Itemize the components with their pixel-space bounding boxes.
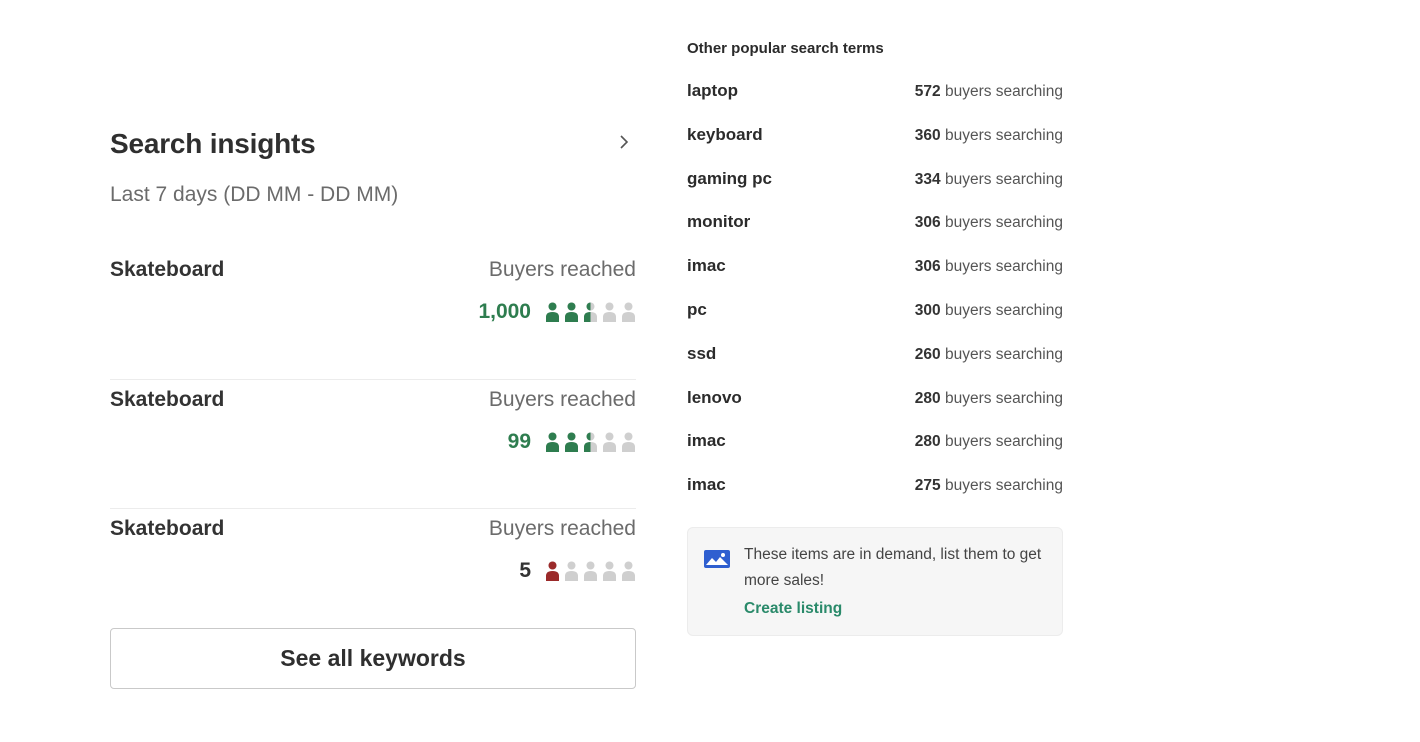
person-icon bbox=[603, 302, 616, 322]
term-count-value: 306 bbox=[914, 214, 941, 232]
term-count-value: 306 bbox=[914, 258, 941, 276]
term-name: pc bbox=[687, 299, 707, 319]
list-item: monitor 306 buyers searching bbox=[687, 212, 1063, 256]
buyers-meter bbox=[545, 302, 636, 322]
buyers-meter bbox=[545, 432, 636, 452]
keyword-stats: 5 bbox=[519, 559, 636, 583]
term-count: 306 buyers searching bbox=[915, 214, 1063, 232]
demand-message: These items are in demand, list them to … bbox=[744, 546, 1042, 589]
keyword-stats: 99 bbox=[508, 430, 636, 454]
buyers-meter bbox=[545, 561, 636, 581]
term-count-suffix: buyers searching bbox=[944, 389, 1063, 407]
person-icon bbox=[546, 561, 559, 581]
keyword-stats: 1,000 bbox=[478, 300, 636, 324]
term-count-suffix: buyers searching bbox=[944, 345, 1063, 363]
term-count: 334 buyers searching bbox=[915, 171, 1063, 189]
term-count: 572 buyers searching bbox=[915, 83, 1063, 101]
keyword-name: Skateboard bbox=[110, 258, 225, 281]
list-item: imac 280 buyers searching bbox=[687, 431, 1063, 475]
term-count-suffix: buyers searching bbox=[944, 433, 1063, 451]
term-count-suffix: buyers searching bbox=[944, 258, 1063, 276]
popular-terms-panel: Other popular search terms laptop 572 buy… bbox=[687, 38, 1063, 636]
popular-terms-title: Other popular search terms bbox=[687, 40, 884, 57]
buyers-count: 1,000 bbox=[478, 300, 531, 323]
list-item: pc 300 buyers searching bbox=[687, 300, 1063, 344]
listing-image-icon bbox=[704, 550, 730, 568]
term-count-suffix: buyers searching bbox=[944, 301, 1063, 319]
buyers-count: 99 bbox=[507, 429, 531, 453]
list-item: gaming pc 334 buyers searching bbox=[687, 169, 1063, 213]
person-icon bbox=[622, 561, 635, 581]
term-name: imac bbox=[687, 475, 726, 495]
keyword-list: Skateboard Buyers reached 1,000 Skateboa… bbox=[110, 250, 636, 639]
person-icon bbox=[584, 432, 597, 452]
term-name: gaming pc bbox=[687, 168, 773, 188]
term-count: 300 buyers searching bbox=[915, 302, 1063, 320]
person-icon bbox=[565, 432, 578, 452]
person-icon bbox=[603, 432, 616, 452]
chevron-right-icon[interactable] bbox=[616, 134, 632, 150]
buyers-count: 5 bbox=[519, 559, 531, 582]
term-count-value: 572 bbox=[914, 83, 941, 100]
person-icon bbox=[584, 561, 597, 581]
term-name: ssd bbox=[687, 343, 717, 363]
term-count-value: 334 bbox=[914, 170, 941, 188]
person-icon bbox=[546, 302, 559, 322]
list-item: ssd 260 buyers searching bbox=[687, 344, 1063, 388]
popular-terms-list: laptop 572 buyers searching keyboard 360 b… bbox=[687, 81, 1063, 519]
list-item: keyboard 360 buyers searching bbox=[687, 125, 1063, 169]
term-name: keyboard bbox=[687, 124, 763, 144]
search-insights-panel: Search insights Last 7 days (DD MM - DD … bbox=[110, 110, 636, 689]
term-count-value: 300 bbox=[914, 301, 941, 319]
see-all-keywords-button[interactable]: See all keywords bbox=[110, 628, 636, 689]
term-count: 360 buyers searching bbox=[915, 127, 1063, 145]
term-count-value: 275 bbox=[914, 477, 941, 495]
list-item: imac 275 buyers searching bbox=[687, 475, 1063, 519]
term-count: 280 buyers searching bbox=[915, 390, 1063, 408]
person-icon bbox=[622, 302, 635, 322]
term-name: laptop bbox=[687, 81, 738, 100]
page-title: Search insights bbox=[110, 128, 316, 159]
term-count-value: 260 bbox=[914, 345, 941, 363]
term-count-suffix: buyers searching bbox=[944, 170, 1063, 188]
person-icon bbox=[565, 302, 578, 322]
keyword-name: Skateboard bbox=[110, 387, 225, 411]
insights-header[interactable]: Search insights bbox=[110, 110, 636, 159]
person-icon bbox=[584, 302, 597, 322]
person-icon bbox=[622, 432, 635, 452]
term-name: monitor bbox=[687, 212, 751, 232]
date-range: Last 7 days (DD MM - DD MM) bbox=[110, 183, 399, 206]
term-count-value: 360 bbox=[914, 126, 941, 144]
term-name: imac bbox=[687, 256, 726, 276]
person-icon bbox=[546, 432, 559, 452]
list-item: lenovo 280 buyers searching bbox=[687, 388, 1063, 432]
person-icon bbox=[603, 561, 616, 581]
term-count: 306 buyers searching bbox=[915, 258, 1063, 276]
person-icon bbox=[565, 561, 578, 581]
keyword-name: Skateboard bbox=[110, 517, 225, 540]
term-count-suffix: buyers searching bbox=[944, 477, 1063, 495]
buyers-reached-label: Buyers reached bbox=[488, 387, 636, 411]
term-count-value: 280 bbox=[914, 433, 941, 451]
term-count: 260 buyers searching bbox=[915, 346, 1063, 364]
buyers-reached-label: Buyers reached bbox=[488, 517, 636, 540]
list-item: imac 306 buyers searching bbox=[687, 256, 1063, 300]
term-count: 280 buyers searching bbox=[915, 433, 1063, 451]
keyword-row: Skateboard Buyers reached 5 bbox=[110, 509, 636, 639]
demand-callout: These items are in demand, list them to … bbox=[687, 527, 1063, 636]
list-item: laptop 572 buyers searching bbox=[687, 81, 1063, 125]
term-name: imac bbox=[687, 431, 726, 451]
keyword-row: Skateboard Buyers reached 99 bbox=[110, 380, 636, 509]
keyword-row: Skateboard Buyers reached 1,000 bbox=[110, 250, 636, 380]
term-count-suffix: buyers searching bbox=[944, 126, 1063, 144]
buyers-reached-label: Buyers reached bbox=[488, 258, 636, 281]
create-listing-link[interactable]: Create listing bbox=[744, 600, 842, 618]
term-count-suffix: buyers searching bbox=[944, 214, 1063, 232]
term-name: lenovo bbox=[687, 387, 742, 407]
term-count-suffix: buyers searching bbox=[944, 83, 1063, 100]
term-count-value: 280 bbox=[914, 389, 941, 407]
term-count: 275 buyers searching bbox=[915, 477, 1063, 495]
